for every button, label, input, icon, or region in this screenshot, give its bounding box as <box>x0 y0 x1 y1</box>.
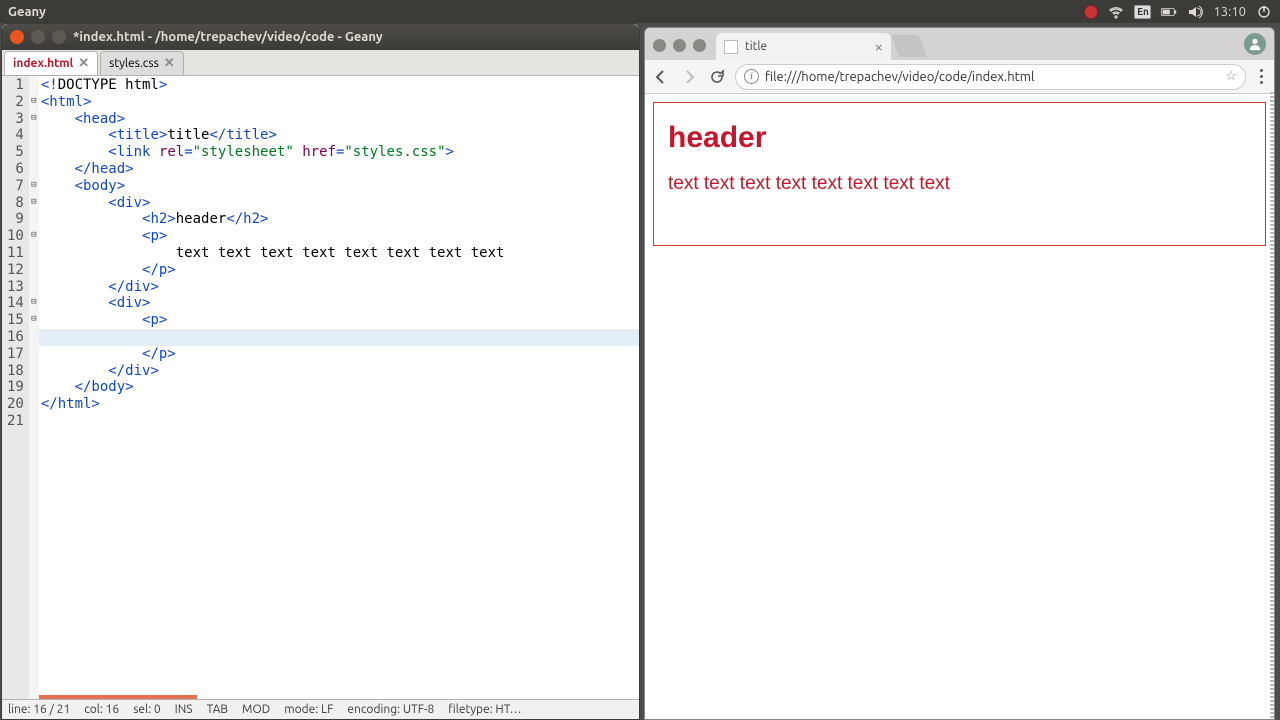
power-icon[interactable] <box>1256 4 1272 20</box>
status-mode: mode: LF <box>284 703 333 716</box>
clock[interactable]: 13:10 <box>1213 5 1246 19</box>
browser-toolbar: i file:///home/trepachev/video/code/inde… <box>645 60 1274 94</box>
keyboard-layout-indicator[interactable]: En <box>1134 5 1151 19</box>
bookmark-icon[interactable]: ☆ <box>1225 69 1237 84</box>
browser-scrollbar[interactable] <box>1270 92 1274 719</box>
forward-button[interactable] <box>679 67 699 87</box>
volume-icon[interactable] <box>1187 4 1203 20</box>
profile-button[interactable] <box>1244 33 1266 55</box>
geany-window: *index.html - /home/trepachev/video/code… <box>1 23 640 720</box>
status-tab: TAB <box>207 703 228 716</box>
line-number-gutter: 1 2 3 4 5 6 7 8 9 10 11 12 13 14 15 16 1… <box>2 76 29 699</box>
window-minimize-button[interactable] <box>673 39 686 52</box>
tab-label: styles.css <box>109 57 159 70</box>
desktop-workspace: *index.html - /home/trepachev/video/code… <box>0 23 1280 720</box>
browser-window: title × i file:///home/trepachev/video/c… <box>644 27 1275 720</box>
geany-window-title: *index.html - /home/trepachev/video/code… <box>73 30 383 44</box>
page-header: header <box>668 121 1251 155</box>
window-maximize-button[interactable] <box>693 39 706 52</box>
code-editor[interactable]: 1 2 3 4 5 6 7 8 9 10 11 12 13 14 15 16 1… <box>2 76 639 699</box>
browser-tab-title: title <box>745 40 767 53</box>
status-sel: sel: 0 <box>133 703 160 716</box>
page-box: header text text text text text text tex… <box>653 102 1266 246</box>
editor-tabs: index.html ✕ styles.css ✕ <box>2 50 639 76</box>
tab-styles-css[interactable]: styles.css ✕ <box>100 51 184 75</box>
system-tray: En 13:10 <box>1084 4 1272 20</box>
site-info-icon[interactable]: i <box>744 69 759 84</box>
close-icon[interactable]: ✕ <box>78 56 89 71</box>
browser-tab[interactable]: title × <box>716 33 891 60</box>
close-icon[interactable]: × <box>875 38 883 55</box>
back-button[interactable] <box>651 67 671 87</box>
status-bar: line: 16 / 21 col: 16 sel: 0 INS TAB MOD… <box>2 699 639 719</box>
window-maximize-button[interactable] <box>52 30 66 44</box>
status-line: line: 16 / 21 <box>8 703 70 716</box>
url-input[interactable]: i file:///home/trepachev/video/code/inde… <box>735 64 1246 90</box>
battery-icon[interactable] <box>1161 4 1177 20</box>
geany-titlebar[interactable]: *index.html - /home/trepachev/video/code… <box>2 24 639 50</box>
status-ins: INS <box>175 703 193 716</box>
window-close-button[interactable] <box>653 39 666 52</box>
rendered-page: header text text text text text text tex… <box>645 94 1274 719</box>
tab-label: index.html <box>13 57 73 70</box>
reload-button[interactable] <box>707 67 727 87</box>
browser-menu-button[interactable] <box>1254 69 1268 84</box>
browser-tabstrip: title × <box>645 28 1274 60</box>
status-col: col: 16 <box>84 703 119 716</box>
record-icon[interactable] <box>1084 5 1098 19</box>
url-text: file:///home/trepachev/video/code/index.… <box>765 70 1034 84</box>
tab-index-html[interactable]: index.html ✕ <box>4 51 98 75</box>
window-close-button[interactable] <box>10 30 24 44</box>
status-encoding: encoding: UTF-8 <box>347 703 434 716</box>
favicon-icon <box>724 40 738 54</box>
page-paragraph: text text text text text text text text <box>668 173 1251 195</box>
desktop-menubar: Geany En 13:10 <box>0 0 1280 23</box>
active-app-name: Geany <box>8 5 46 19</box>
new-tab-button[interactable] <box>891 35 927 57</box>
code-content[interactable]: <!DOCTYPE html><html> <head> <title>titl… <box>39 76 509 699</box>
window-minimize-button[interactable] <box>31 30 45 44</box>
close-icon[interactable]: ✕ <box>164 56 175 71</box>
status-filetype: filetype: HT… <box>448 703 521 716</box>
status-mod: MOD <box>242 703 270 716</box>
fold-gutter[interactable]: ⊟ ⊟ ⊟ ⊟ ⊟ ⊟ ⊟ <box>29 76 39 699</box>
wifi-icon[interactable] <box>1108 4 1124 20</box>
